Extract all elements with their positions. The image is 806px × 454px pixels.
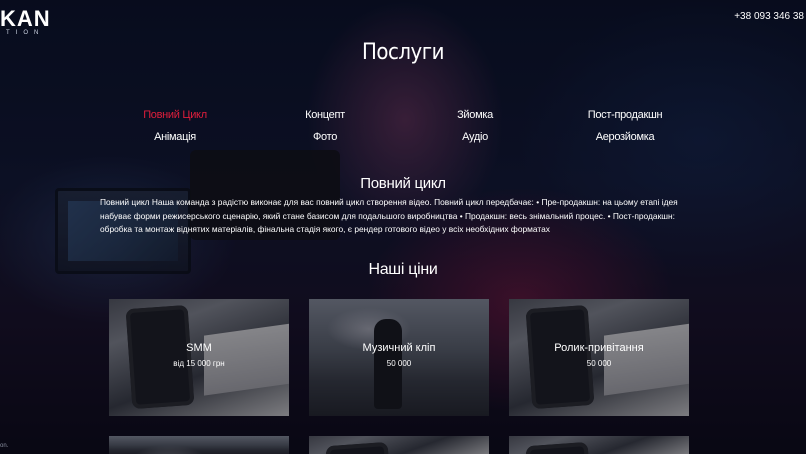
- card-price: 50 000: [586, 359, 612, 368]
- card-overlay: [109, 436, 289, 454]
- services-tabs: Повний Цикл Концепт Зйомка Пост-продакшн…: [100, 109, 700, 153]
- card-overlay: [309, 436, 489, 454]
- card-overlay: [509, 436, 689, 454]
- card-title: Ролик-привітання: [554, 342, 644, 354]
- card-overlay: [109, 299, 289, 416]
- card-title: SMM: [186, 342, 212, 354]
- card-title: Музичний кліп: [362, 342, 436, 354]
- tab-row: Анімація Фото Аудіо Аерозйомка: [100, 131, 700, 153]
- detail-title: Повний цикл: [360, 175, 446, 192]
- price-card[interactable]: Музичний кліп 50 000: [309, 299, 489, 416]
- footer-text: on.: [0, 443, 9, 449]
- price-cards: SMM від 15 000 грн Музичний кліп 50 000 …: [109, 299, 689, 416]
- tab-audio[interactable]: Аудіо: [400, 131, 550, 153]
- card-overlay: [309, 299, 489, 416]
- tab-row: Повний Цикл Концепт Зйомка Пост-продакшн: [100, 109, 700, 131]
- price-card-partial[interactable]: [509, 436, 689, 454]
- price-card-partial[interactable]: [309, 436, 489, 454]
- tab-concept[interactable]: Концепт: [250, 109, 400, 131]
- page: KAN TION +38 093 346 38 Послуги Повний Ц…: [0, 0, 806, 454]
- price-cards-next-row: [109, 436, 689, 454]
- main-content: Послуги Повний Цикл Концепт Зйомка Пост-…: [0, 0, 806, 454]
- card-overlay: [509, 299, 689, 416]
- tab-photo[interactable]: Фото: [250, 131, 400, 153]
- tab-shooting[interactable]: Зйомка: [400, 109, 550, 131]
- price-card[interactable]: Ролик-привітання 50 000: [509, 299, 689, 416]
- tab-animation[interactable]: Анімація: [100, 131, 250, 153]
- detail-description: Повний цикл Наша команда з радістю викон…: [100, 197, 678, 234]
- prices-title: Наші ціни: [368, 261, 438, 278]
- price-card-partial[interactable]: [109, 436, 289, 454]
- price-card[interactable]: SMM від 15 000 грн: [109, 299, 289, 416]
- card-price: 50 000: [386, 359, 412, 368]
- card-price: від 15 000 грн: [173, 359, 225, 368]
- services-title: Послуги: [362, 40, 445, 65]
- tab-full-cycle[interactable]: Повний Цикл: [100, 109, 250, 131]
- tab-post-production[interactable]: Пост-продакшн: [550, 109, 700, 131]
- tab-aerial[interactable]: Аерозйомка: [550, 131, 700, 153]
